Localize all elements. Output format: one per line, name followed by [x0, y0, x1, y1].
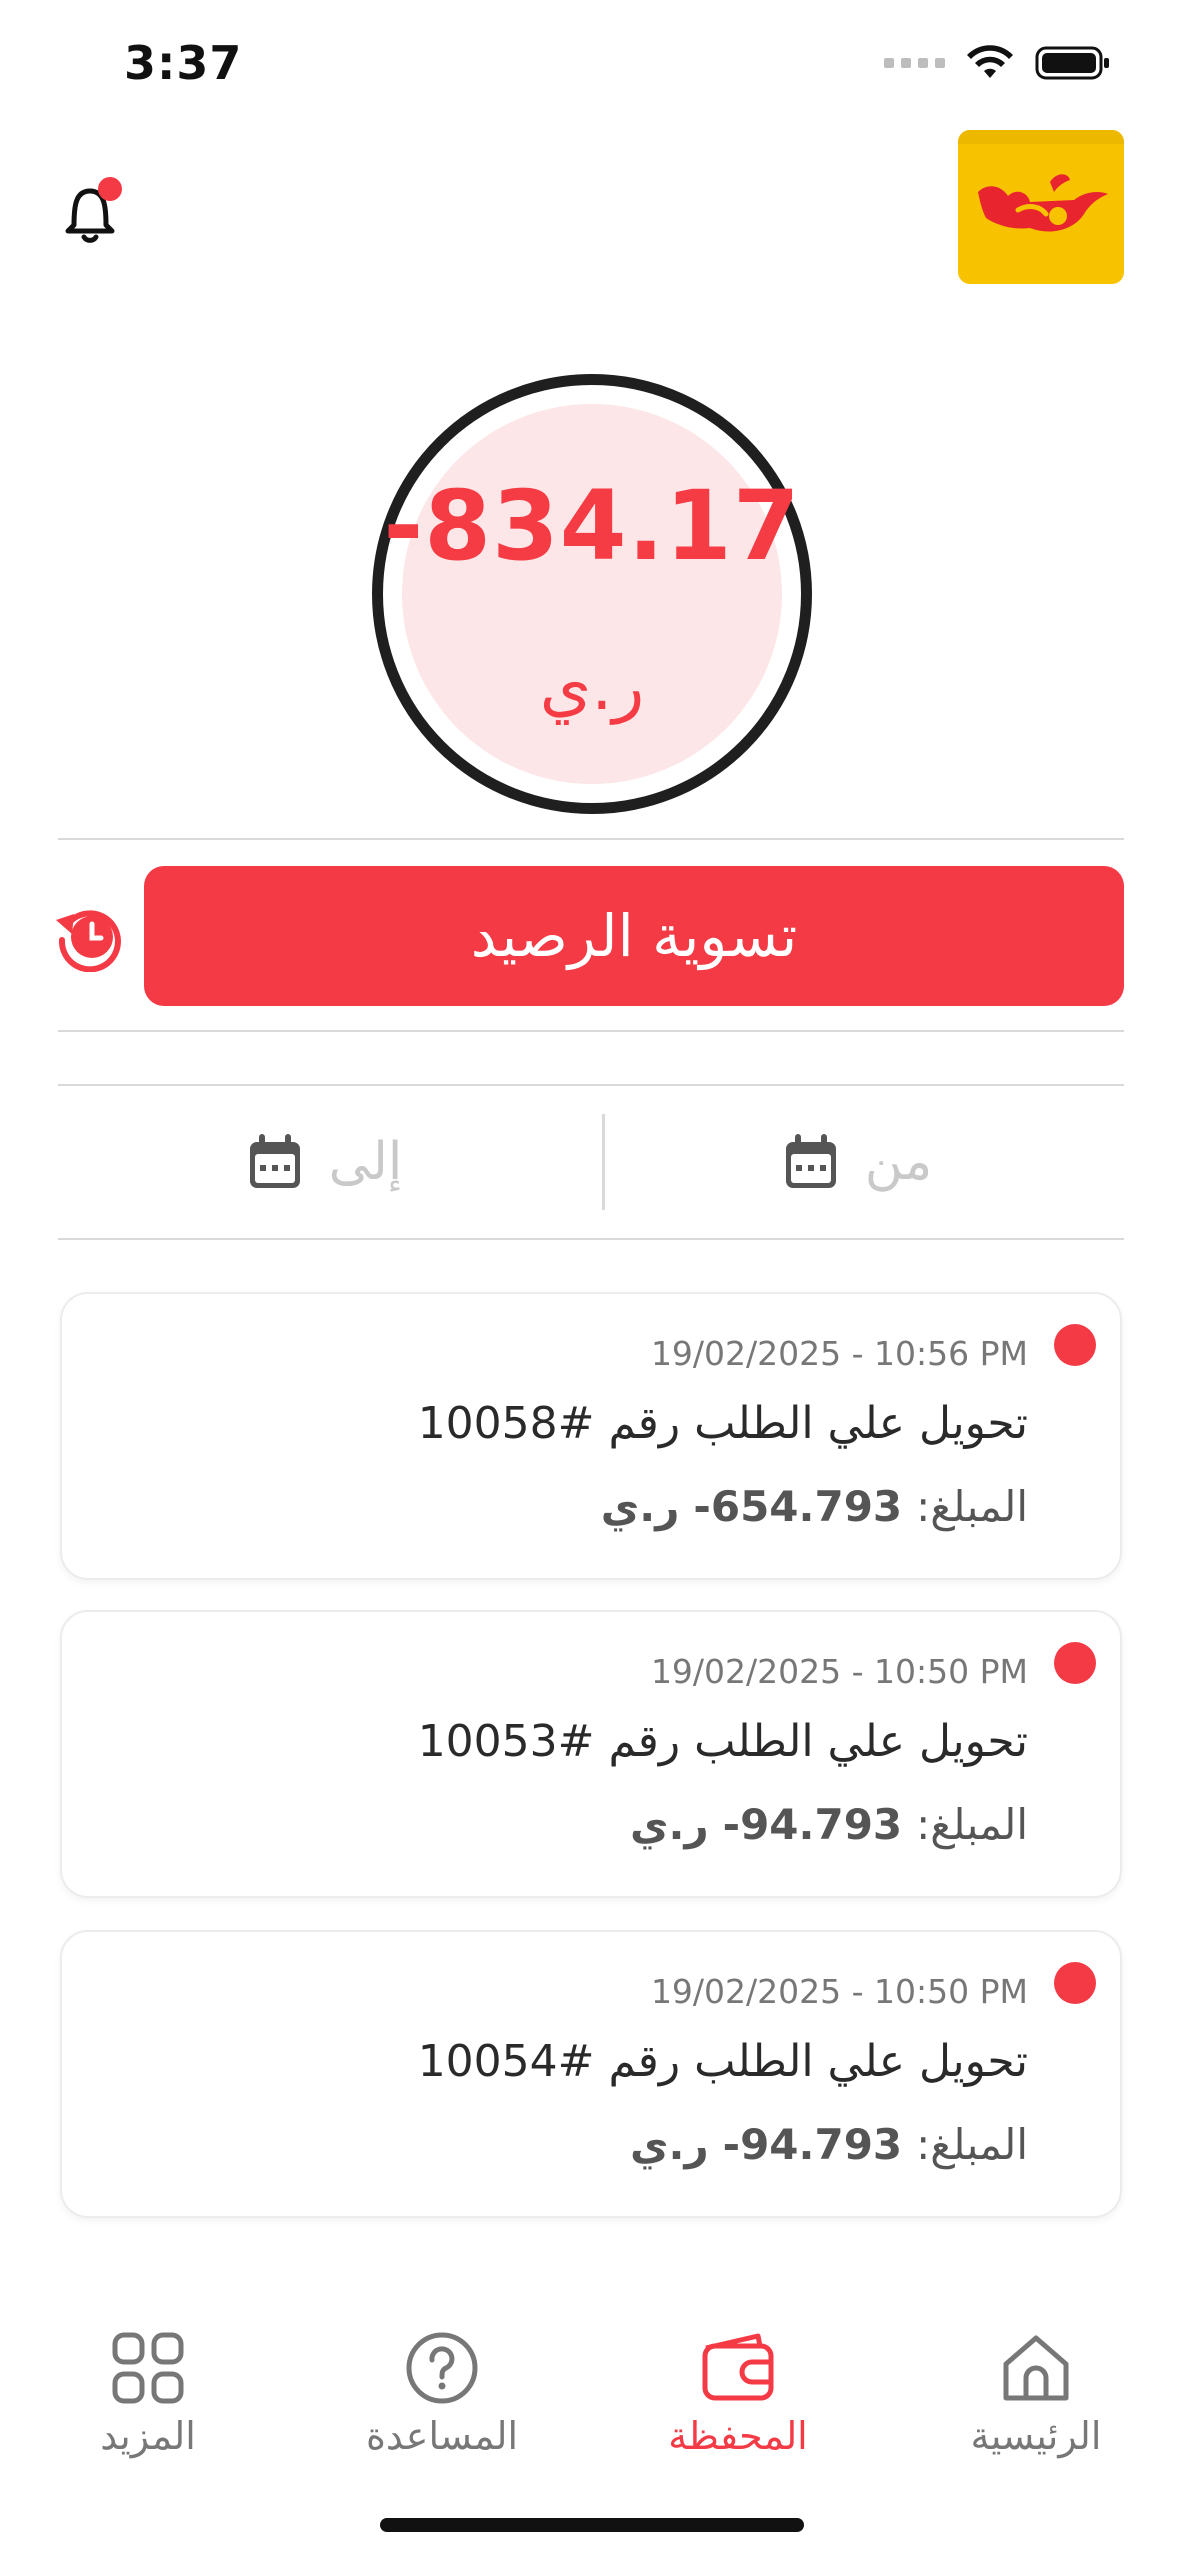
notification-bell-icon[interactable] [52, 165, 132, 255]
home-indicator [380, 2518, 804, 2532]
status-dot [1054, 1324, 1096, 1366]
date-to-label: إلى [328, 1132, 403, 1192]
status-dot [1054, 1962, 1096, 2004]
calendar-icon [785, 1134, 836, 1188]
nav-label-wallet: المحفظة [668, 2414, 808, 2458]
date-to-picker[interactable]: إلى [58, 1086, 591, 1238]
transaction-amount-row: المبلغ: -94.793 ر.ي [630, 2120, 1028, 2169]
app-logo [958, 130, 1124, 284]
balance-amount: -834.17 [383, 470, 801, 582]
balance-circle-fill [402, 404, 782, 784]
status-time: 3:37 [124, 36, 243, 90]
transaction-amount-row: المبلغ: -654.793 ر.ي [601, 1482, 1028, 1531]
nav-label-help: المساعدة [365, 2414, 519, 2458]
history-icon[interactable] [54, 902, 124, 972]
date-filter: إلى من [58, 1086, 1124, 1238]
wifi-icon [967, 45, 1013, 78]
divider [58, 1238, 1124, 1240]
amount-value: -94.793 [722, 1800, 903, 1849]
lamp-logo-icon [958, 130, 1124, 232]
amount-value: -94.793 [722, 2120, 903, 2169]
grid-icon [112, 2332, 184, 2404]
transaction-amount-row: المبلغ: -94.793 ر.ي [630, 1800, 1028, 1849]
transaction-datetime: 19/02/2025 - 10:56 PM [650, 1334, 1028, 1373]
transaction-card[interactable]: 19/02/2025 - 10:56 PM تحويل علي الطلب رق… [60, 1292, 1122, 1580]
home-icon [1003, 2335, 1069, 2401]
calendar-icon [249, 1134, 300, 1188]
amount-currency: ر.ي [630, 1800, 709, 1849]
signal-icon [884, 58, 945, 68]
amount-value: -654.793 [693, 1482, 903, 1531]
nav-item-wallet[interactable]: المحفظة [608, 2330, 868, 2458]
help-icon [406, 2332, 478, 2404]
amount-label: المبلغ: [916, 2120, 1028, 2169]
nav-label-more: المزيد [100, 2414, 196, 2458]
transaction-datetime: 19/02/2025 - 10:50 PM [650, 1972, 1028, 2011]
balance-currency: ر.ي [539, 648, 645, 725]
date-from-label: من [864, 1132, 933, 1192]
amount-label: المبلغ: [916, 1482, 1028, 1531]
nav-label-home: الرئيسية [970, 2414, 1102, 2458]
divider [58, 1030, 1124, 1032]
amount-currency: ر.ي [600, 1482, 680, 1531]
transaction-title: تحويل علي الطلب رقم #10053 [417, 1716, 1028, 1767]
transaction-title: تحويل علي الطلب رقم #10054 [417, 2036, 1028, 2087]
amount-currency: ر.ي [630, 2120, 709, 2169]
wallet-screen: 3:37 -834.17 ر.ي تسوية الرصيد إلى من 19/… [0, 0, 1183, 2560]
nav-item-help[interactable]: المساعدة [312, 2330, 572, 2458]
wallet-icon [702, 2333, 774, 2401]
transaction-datetime: 19/02/2025 - 10:50 PM [650, 1652, 1028, 1691]
date-from-picker[interactable]: من [591, 1086, 1124, 1238]
status-icons [884, 44, 1111, 82]
battery-icon [1035, 46, 1109, 80]
bottom-navigation: المزيد المساعدة المحفظة الرئيسية [0, 2300, 1183, 2480]
amount-label: المبلغ: [916, 1800, 1028, 1849]
nav-item-more[interactable]: المزيد [18, 2330, 278, 2458]
divider [58, 838, 1124, 840]
status-dot [1054, 1642, 1096, 1684]
transaction-card[interactable]: 19/02/2025 - 10:50 PM تحويل علي الطلب رق… [60, 1610, 1122, 1898]
nav-item-home[interactable]: الرئيسية [906, 2330, 1166, 2458]
transaction-card[interactable]: 19/02/2025 - 10:50 PM تحويل علي الطلب رق… [60, 1930, 1122, 2218]
settle-balance-button[interactable]: تسوية الرصيد [144, 866, 1124, 1006]
transaction-title: تحويل علي الطلب رقم #10058 [417, 1398, 1028, 1449]
